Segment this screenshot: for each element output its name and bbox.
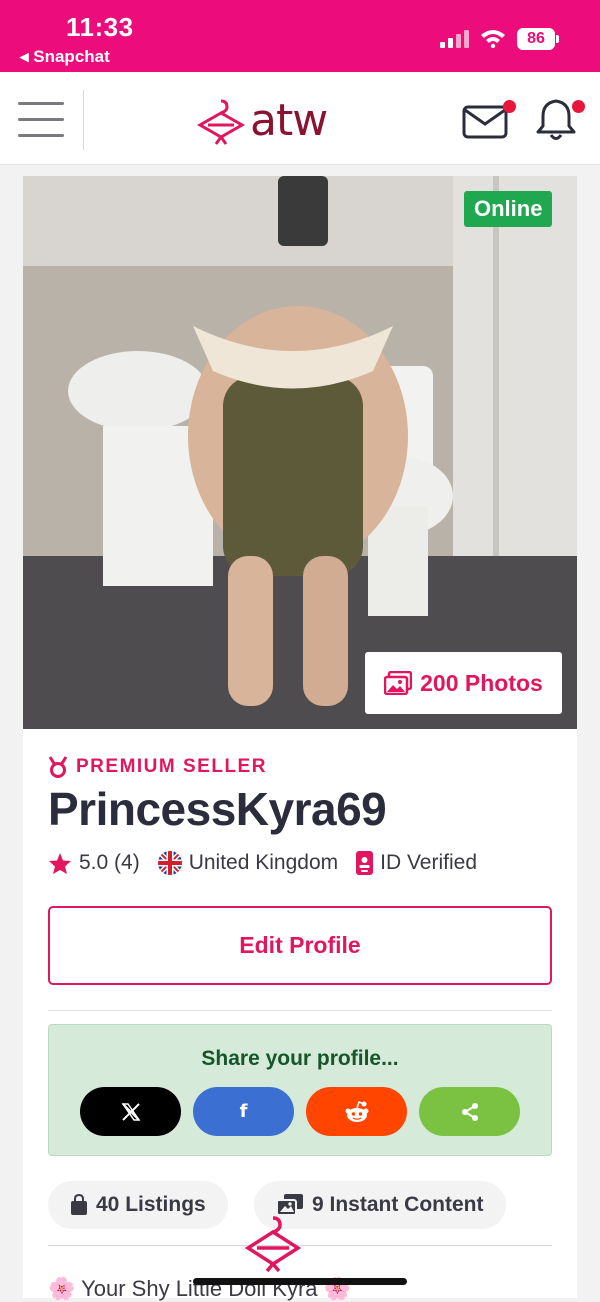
site-logo[interactable]: atw	[196, 90, 328, 150]
medal-icon	[48, 756, 68, 778]
country-label: United Kingdom	[188, 851, 339, 874]
online-status-badge: Online	[464, 191, 553, 227]
share-reddit-button[interactable]	[306, 1087, 407, 1136]
rating-value: 5.0 (4)	[79, 851, 140, 874]
x-logo-icon	[121, 1102, 140, 1121]
signal-icon	[440, 30, 469, 48]
back-to-app-link[interactable]: ◂ Snapchat	[20, 47, 110, 67]
logo-text: atw	[250, 94, 328, 146]
country: United Kingdom	[157, 851, 339, 875]
facebook-icon: f	[239, 1101, 248, 1122]
id-verified-label: ID Verified	[380, 851, 478, 874]
images-icon	[384, 671, 413, 695]
hanger-bow-logo-icon[interactable]	[244, 1214, 302, 1272]
premium-seller-badge: PREMIUM SELLER	[48, 756, 267, 778]
star-icon	[49, 852, 71, 874]
battery-icon: 86	[517, 28, 559, 50]
photos-count-label: 200 Photos	[420, 669, 543, 696]
share-native-button[interactable]	[419, 1087, 520, 1136]
uk-flag-icon	[157, 851, 182, 875]
bell-notification-dot	[572, 100, 585, 113]
instant-content-count: 9 Instant Content	[312, 1193, 484, 1216]
share-facebook-button[interactable]: f	[193, 1087, 294, 1136]
profile-username: PrincessKyra69	[48, 783, 387, 835]
status-time: 11:33	[66, 12, 134, 42]
profile-card: Online 200 Photos PREMIUM SELLER Princes…	[23, 176, 577, 1301]
mail-icon[interactable]	[462, 100, 516, 140]
wifi-icon	[481, 30, 505, 48]
share-profile-panel: Share your profile... f	[48, 1024, 552, 1156]
rating[interactable]: 5.0 (4)	[48, 851, 140, 875]
hanger-bow-logo-icon	[196, 99, 246, 145]
edit-profile-button[interactable]: Edit Profile	[48, 906, 552, 985]
divider	[48, 1010, 552, 1011]
listings-chip[interactable]: 40 Listings	[48, 1181, 228, 1229]
listings-count: 40 Listings	[96, 1193, 206, 1216]
header-divider	[83, 90, 84, 150]
hamburger-menu-icon[interactable]	[18, 102, 66, 138]
view-photos-button[interactable]: 200 Photos	[365, 652, 562, 714]
mail-notification-dot	[503, 100, 516, 113]
bell-icon[interactable]	[535, 96, 585, 142]
share-x-button[interactable]	[80, 1087, 181, 1136]
reddit-icon	[345, 1100, 368, 1122]
shopping-bag-icon	[71, 1194, 87, 1215]
status-bar: 11:33 ◂ Snapchat 86	[0, 0, 600, 72]
photo-placeholder	[23, 176, 577, 729]
share-profile-title: Share your profile...	[201, 1047, 399, 1070]
share-icon	[461, 1102, 478, 1121]
profile-meta-row: 5.0 (4) United Kingdom ID Verified	[48, 851, 495, 875]
app-header: atw	[0, 72, 600, 165]
premium-seller-label: PREMIUM SELLER	[76, 756, 267, 777]
id-badge-icon	[356, 851, 374, 875]
id-verified: ID Verified	[356, 851, 477, 875]
battery-level: 86	[517, 28, 555, 50]
profile-photo[interactable]: Online 200 Photos	[23, 176, 577, 729]
home-indicator[interactable]	[193, 1278, 407, 1285]
